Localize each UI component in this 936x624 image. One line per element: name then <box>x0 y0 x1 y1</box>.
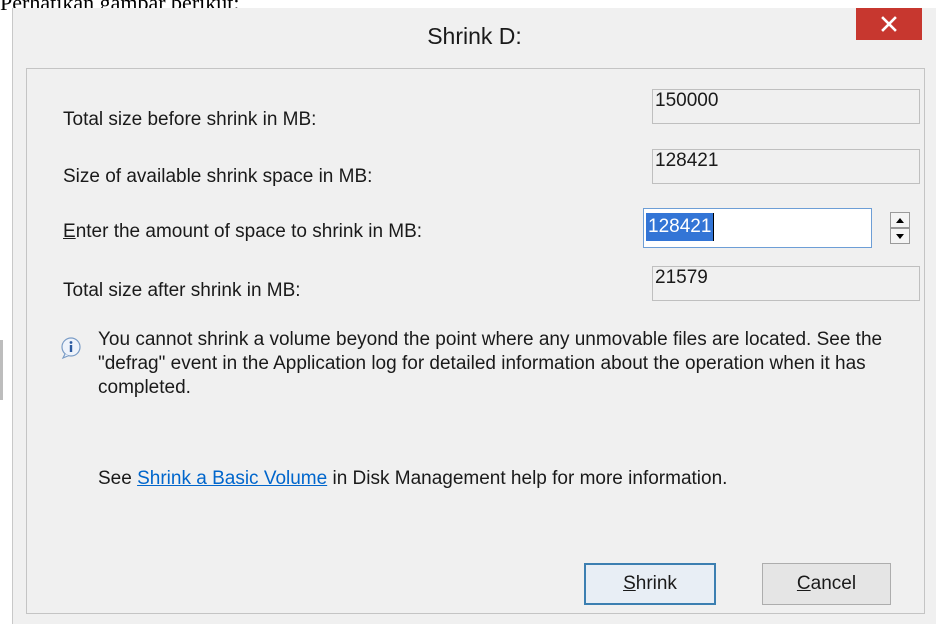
shrink-amount-selected-text: 128421 <box>646 213 714 241</box>
shrink-mnemonic: S <box>623 573 636 594</box>
arrow-down-icon <box>896 233 904 239</box>
shrink-amount-label-text: nter the amount of space to shrink in MB… <box>75 221 423 242</box>
total-after-value: 21579 <box>652 266 920 301</box>
total-before-label: Total size before shrink in MB: <box>63 109 317 130</box>
text-caret <box>713 213 714 241</box>
shrink-amount-spinner: 128421 <box>643 208 923 248</box>
shrink-amount-label: Enter the amount of space to shrink in M… <box>63 221 422 243</box>
available-space-value: 128421 <box>652 149 920 184</box>
cancel-mnemonic: C <box>796 573 811 594</box>
help-text: See Shrink a Basic Volume in Disk Manage… <box>98 468 727 490</box>
title-bar: Shrink D: <box>13 8 936 68</box>
cancel-label: ancel <box>810 573 857 594</box>
background-edge <box>0 340 3 400</box>
shrink-label: hrink <box>635 573 677 594</box>
spin-buttons <box>890 212 910 244</box>
shrink-amount-input[interactable]: 128421 <box>643 208 872 248</box>
total-before-value: 150000 <box>652 89 920 124</box>
total-after-label: Total size after shrink in MB: <box>63 280 301 301</box>
spin-down-button[interactable] <box>890 228 910 244</box>
dialog-title: Shrink D: <box>427 23 522 49</box>
shrink-basic-volume-link[interactable]: Shrink a Basic Volume <box>137 468 327 489</box>
help-suffix: in Disk Management help for more informa… <box>327 468 728 489</box>
spin-up-button[interactable] <box>890 212 910 228</box>
help-prefix: See <box>98 468 138 489</box>
info-message: You cannot shrink a volume beyond the po… <box>98 329 883 398</box>
dialog-content: Total size before shrink in MB: 150000 S… <box>26 68 925 614</box>
close-button[interactable] <box>856 8 922 40</box>
cancel-button[interactable]: Cancel <box>762 563 891 605</box>
info-icon <box>61 337 81 360</box>
shrink-amount-mnemonic: E <box>63 221 76 242</box>
close-x-icon <box>881 16 897 32</box>
available-space-label: Size of available shrink space in MB: <box>63 166 373 187</box>
arrow-up-icon <box>896 217 904 223</box>
shrink-dialog: Shrink D: Total size before shrink in MB… <box>12 8 936 624</box>
shrink-button[interactable]: Shrink <box>584 563 716 605</box>
